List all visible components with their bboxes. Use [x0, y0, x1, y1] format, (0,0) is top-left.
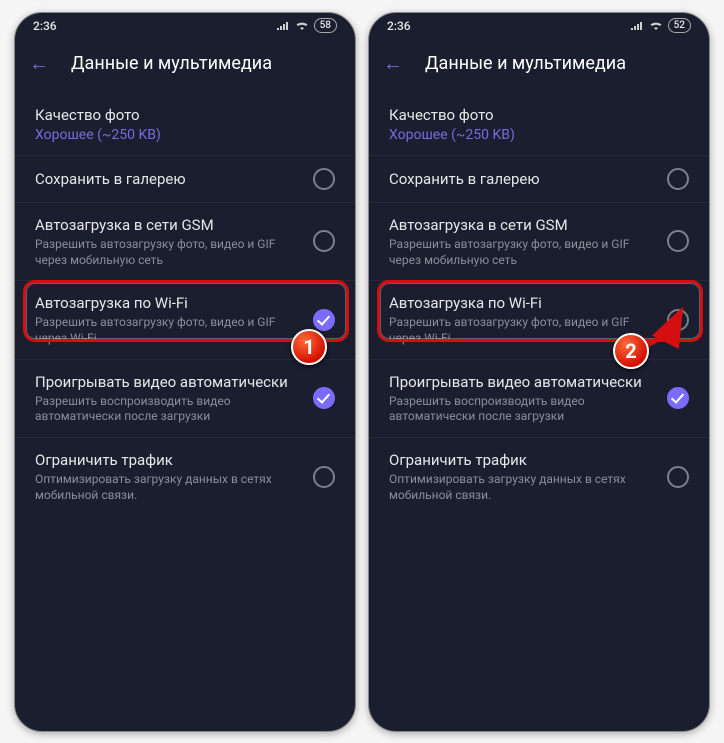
row-value: Хорошее (~250 KB) — [35, 127, 325, 143]
radio-checked-icon[interactable] — [313, 309, 335, 331]
row-save-gallery[interactable]: Сохранить в галерею — [369, 156, 709, 203]
back-arrow-icon[interactable]: ← — [383, 51, 403, 76]
radio-unchecked-icon[interactable] — [667, 230, 689, 252]
status-time: 2:36 — [387, 19, 411, 33]
page-header: ← Данные и мультимедиа — [15, 39, 355, 89]
page-header: ← Данные и мультимедиа — [369, 39, 709, 89]
row-limit-traffic[interactable]: Ограничить трафик Оптимизировать загрузк… — [369, 438, 709, 515]
row-subtitle: Разрешить автозагрузку фото, видео и GIF… — [35, 237, 303, 268]
row-save-gallery[interactable]: Сохранить в галерею — [15, 156, 355, 203]
row-subtitle: Оптимизировать загрузку данных в сетях м… — [35, 472, 303, 503]
battery-indicator: 52 — [668, 18, 691, 33]
radio-unchecked-icon[interactable] — [667, 466, 689, 488]
radio-unchecked-icon[interactable] — [313, 168, 335, 190]
radio-unchecked-icon[interactable] — [667, 309, 689, 331]
row-subtitle: Разрешить автозагрузку фото, видео и GIF… — [389, 315, 657, 346]
row-subtitle: Разрешить автозагрузку фото, видео и GIF… — [35, 315, 303, 346]
radio-unchecked-icon[interactable] — [313, 230, 335, 252]
settings-list: Качество фото Хорошее (~250 KB) Сохранит… — [15, 89, 355, 516]
signal-icon — [630, 21, 644, 31]
row-auto-wifi[interactable]: Автозагрузка по Wi-Fi Разрешить автозагр… — [15, 281, 355, 359]
row-title: Качество фото — [35, 105, 325, 125]
row-title: Проигрывать видео автоматически — [35, 372, 303, 392]
status-time: 2:36 — [33, 19, 57, 33]
row-title: Автозагрузка по Wi-Fi — [35, 293, 303, 313]
wifi-icon — [649, 21, 663, 31]
row-title: Сохранить в галерею — [389, 169, 657, 189]
phone-right: 2:36 52 ← Данные и мультимедиа Качество … — [368, 12, 710, 732]
row-subtitle: Оптимизировать загрузку данных в сетях м… — [389, 472, 657, 503]
row-photo-quality[interactable]: Качество фото Хорошее (~250 KB) — [15, 93, 355, 156]
radio-unchecked-icon[interactable] — [667, 168, 689, 190]
row-auto-wifi[interactable]: Автозагрузка по Wi-Fi Разрешить автозагр… — [369, 281, 709, 359]
row-subtitle: Разрешить воспроизводить видео автоматич… — [389, 394, 657, 425]
row-limit-traffic[interactable]: Ограничить трафик Оптимизировать загрузк… — [15, 438, 355, 515]
battery-indicator: 58 — [314, 18, 337, 33]
row-title: Автозагрузка в сети GSM — [389, 215, 657, 235]
row-auto-gsm[interactable]: Автозагрузка в сети GSM Разрешить автоза… — [369, 203, 709, 281]
back-arrow-icon[interactable]: ← — [29, 51, 49, 76]
row-auto-gsm[interactable]: Автозагрузка в сети GSM Разрешить автоза… — [15, 203, 355, 281]
row-title: Автозагрузка по Wi-Fi — [389, 293, 657, 313]
row-subtitle: Разрешить автозагрузку фото, видео и GIF… — [389, 237, 657, 268]
row-title: Ограничить трафик — [389, 450, 657, 470]
signal-icon — [276, 21, 290, 31]
settings-list: Качество фото Хорошее (~250 KB) Сохранит… — [369, 89, 709, 516]
row-photo-quality[interactable]: Качество фото Хорошее (~250 KB) — [369, 93, 709, 156]
status-bar: 2:36 58 — [15, 13, 355, 39]
page-title: Данные и мультимедиа — [425, 53, 626, 74]
row-autoplay[interactable]: Проигрывать видео автоматически Разрешит… — [369, 360, 709, 438]
radio-checked-icon[interactable] — [667, 387, 689, 409]
phone-left: 2:36 58 ← Данные и мультимедиа Качество … — [14, 12, 356, 732]
page-title: Данные и мультимедиа — [71, 53, 272, 74]
row-autoplay[interactable]: Проигрывать видео автоматически Разрешит… — [15, 360, 355, 438]
row-title: Проигрывать видео автоматически — [389, 372, 657, 392]
radio-unchecked-icon[interactable] — [313, 466, 335, 488]
radio-checked-icon[interactable] — [313, 387, 335, 409]
row-subtitle: Разрешить воспроизводить видео автоматич… — [35, 394, 303, 425]
row-title: Автозагрузка в сети GSM — [35, 215, 303, 235]
row-value: Хорошее (~250 KB) — [389, 127, 679, 143]
row-title: Сохранить в галерею — [35, 169, 303, 189]
status-bar: 2:36 52 — [369, 13, 709, 39]
row-title: Ограничить трафик — [35, 450, 303, 470]
wifi-icon — [295, 21, 309, 31]
row-title: Качество фото — [389, 105, 679, 125]
